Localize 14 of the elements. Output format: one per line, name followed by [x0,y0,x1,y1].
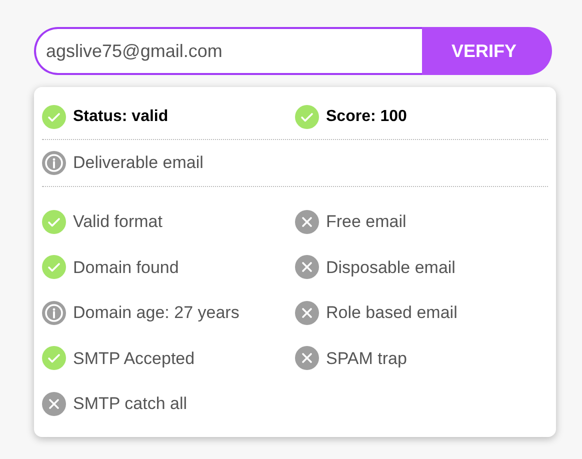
check-text: Free email [326,211,406,233]
summary-text: Status: valid [73,107,168,127]
verify-button[interactable]: VERIFY [422,27,552,75]
note-text: Deliverable email [73,152,204,174]
summary-text: Score: 100 [326,107,407,127]
check-text: Domain age: 27 years [73,302,240,324]
check-text: SPAM trap [326,348,407,370]
check-text: Valid format [73,211,162,233]
check-text: Domain found [73,256,179,278]
check-text: SMTP Accepted [73,348,195,370]
email-field[interactable]: agslive75@gmail.com [34,27,422,75]
check-text: Role based email [326,302,458,324]
check-text: Disposable email [326,256,456,278]
check-text: SMTP catch all [73,393,188,415]
